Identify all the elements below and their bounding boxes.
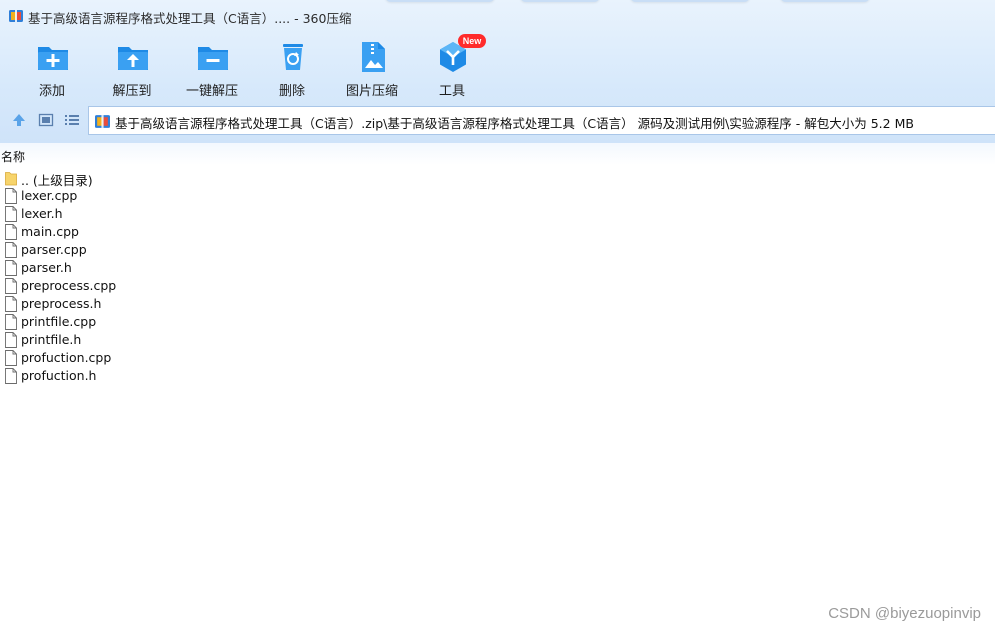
extract-to-button[interactable]: 解压到 — [92, 36, 172, 100]
file-icon — [5, 188, 17, 204]
file-icon — [5, 368, 17, 384]
list-item[interactable]: lexer.cpp — [0, 187, 995, 205]
file-icon — [5, 260, 17, 276]
recycle-bin-icon — [283, 44, 303, 70]
new-badge: New — [458, 34, 486, 48]
address-path: 基于高级语言源程序格式处理工具（C语言）.zip\基于高级语言源程序格式处理工具… — [115, 116, 914, 131]
list-item[interactable]: parser.cpp — [0, 241, 995, 259]
list-item[interactable]: lexer.h — [0, 205, 995, 223]
list-item[interactable]: .. (上级目录) — [0, 169, 995, 188]
list-item[interactable]: preprocess.cpp — [0, 277, 995, 295]
column-header-name[interactable]: 名称 — [1, 148, 25, 165]
list-header: 名称 — [0, 143, 995, 165]
archive-app-icon — [9, 10, 23, 22]
address-bar[interactable]: 基于高级语言源程序格式处理工具（C语言）.zip\基于高级语言源程序格式处理工具… — [88, 106, 995, 135]
list-item[interactable]: main.cpp — [0, 223, 995, 241]
image-compress-icon — [362, 42, 385, 72]
file-icon — [5, 332, 17, 348]
list-item[interactable]: printfile.cpp — [0, 313, 995, 331]
one-click-extract-button[interactable]: 一键解压 — [172, 36, 252, 100]
extract-to-label: 解压到 — [112, 84, 152, 99]
file-icon — [5, 242, 17, 258]
title-bar: 基于高级语言源程序格式处理工具（C语言）.... - 360压缩 — [0, 0, 995, 34]
toolbar: 添加 解压到 一键解压 删除 图片压缩 New 工具 — [0, 34, 995, 102]
up-arrow-icon[interactable] — [10, 111, 28, 129]
window-title: 基于高级语言源程序格式处理工具（C语言）.... - 360压缩 — [28, 11, 352, 26]
list-item[interactable]: profuction.h — [0, 367, 995, 385]
one-click-extract-label: 一键解压 — [185, 84, 238, 99]
image-compress-button[interactable]: 图片压缩 — [332, 36, 412, 100]
file-name: preprocess.h — [21, 296, 102, 311]
delete-button[interactable]: 删除 — [252, 36, 332, 100]
file-icon — [5, 296, 17, 312]
list-item[interactable]: parser.h — [0, 259, 995, 277]
address-row: 基于高级语言源程序格式处理工具（C语言）.zip\基于高级语言源程序格式处理工具… — [0, 106, 995, 136]
folder-icon — [5, 172, 17, 186]
file-icon — [5, 314, 17, 330]
extract-to-icon — [118, 47, 148, 70]
file-name: printfile.cpp — [21, 314, 97, 329]
file-name: lexer.cpp — [21, 188, 78, 203]
list-item[interactable]: profuction.cpp — [0, 349, 995, 367]
list-view-icon[interactable] — [63, 111, 81, 129]
list-item[interactable]: preprocess.h — [0, 295, 995, 313]
one-click-extract-icon — [198, 47, 228, 70]
file-name: lexer.h — [21, 206, 63, 221]
thumbnail-view-icon[interactable] — [37, 111, 55, 129]
file-name: parser.h — [21, 260, 72, 275]
file-name: printfile.h — [21, 332, 82, 347]
tools-button[interactable]: New 工具 — [412, 34, 492, 100]
add-button[interactable]: 添加 — [12, 36, 92, 100]
file-name: main.cpp — [21, 224, 79, 239]
image-compress-label: 图片压缩 — [345, 84, 398, 99]
app-header: 基于高级语言源程序格式处理工具（C语言）.... - 360压缩 添加 解压到 — [0, 0, 995, 143]
file-icon — [5, 224, 17, 240]
file-list: .. (上级目录) lexer.cpp lexer.h main.cpp par… — [0, 169, 995, 385]
zip-archive-icon — [95, 115, 110, 128]
file-icon — [5, 350, 17, 366]
file-name: profuction.cpp — [21, 350, 112, 365]
file-name: profuction.h — [21, 368, 97, 383]
tools-label: 工具 — [438, 84, 465, 99]
file-name: parser.cpp — [21, 242, 87, 257]
list-item[interactable]: printfile.h — [0, 331, 995, 349]
file-icon — [5, 278, 17, 294]
delete-label: 删除 — [278, 84, 305, 99]
file-name: preprocess.cpp — [21, 278, 117, 293]
watermark: CSDN @biyezuopinvip — [828, 605, 981, 622]
file-icon — [5, 206, 17, 222]
add-folder-icon — [38, 47, 68, 70]
add-label: 添加 — [38, 84, 65, 99]
